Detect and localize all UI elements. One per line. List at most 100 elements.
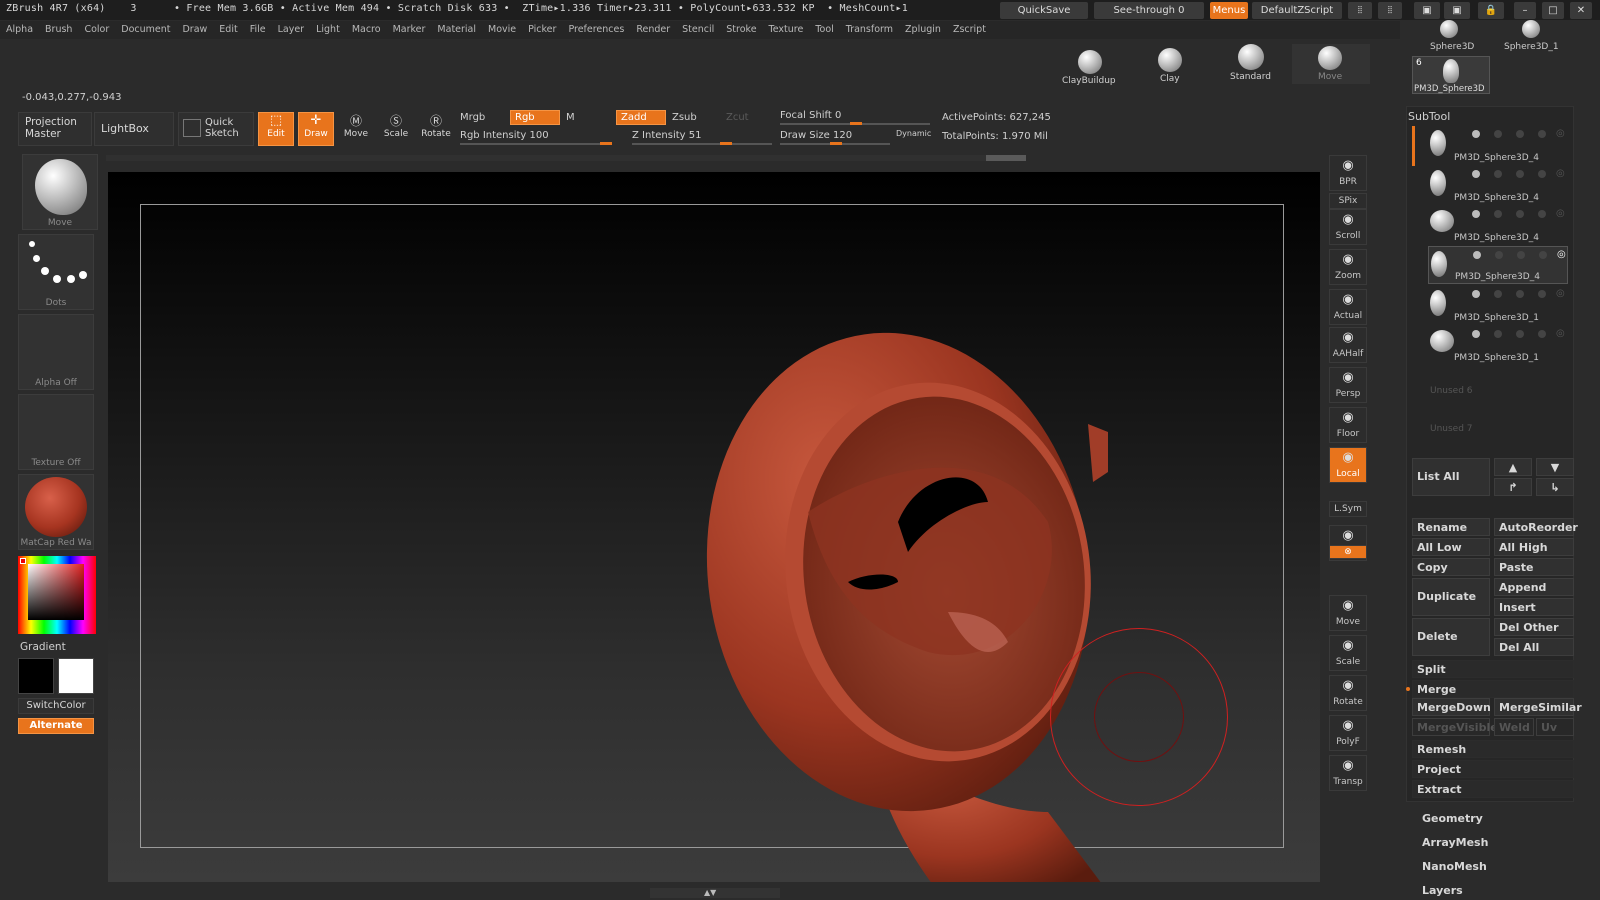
- mergesimilar-button[interactable]: MergeSimilar: [1494, 698, 1582, 716]
- visibility-eye-icon[interactable]: ◎: [1556, 328, 1565, 339]
- subtool-toggle-icon[interactable]: [1538, 130, 1546, 138]
- switch-color-button[interactable]: SwitchColor: [18, 698, 94, 714]
- insert-button[interactable]: Insert: [1494, 598, 1574, 616]
- layout-2-icon[interactable]: ▣: [1444, 2, 1470, 19]
- alpha-slot[interactable]: Alpha Off: [18, 314, 94, 390]
- shelf-floor-button[interactable]: ◉ Floor: [1329, 407, 1367, 443]
- close-icon[interactable]: ✕: [1570, 2, 1592, 19]
- menu-document[interactable]: Document: [115, 21, 176, 39]
- arraymesh-section[interactable]: ArrayMesh: [1422, 836, 1488, 849]
- rotate-mode-button[interactable]: Ⓡ Rotate: [418, 112, 454, 146]
- z-intensity-slider[interactable]: Z Intensity 51: [632, 130, 701, 141]
- menu-edit[interactable]: Edit: [213, 21, 243, 39]
- default-zscript-button[interactable]: DefaultZScript: [1252, 2, 1342, 19]
- subtool-toggle-icon[interactable]: [1539, 251, 1547, 259]
- m-toggle[interactable]: M: [566, 112, 575, 123]
- viewport-canvas[interactable]: [108, 172, 1320, 882]
- subtool-toggle-icon[interactable]: [1516, 330, 1524, 338]
- del-other-button[interactable]: Del Other: [1494, 618, 1574, 636]
- subtool-item[interactable]: ◎ PM3D_Sphere3D_4: [1428, 206, 1568, 244]
- weld-toggle[interactable]: Weld: [1494, 718, 1534, 736]
- menu-zplugin[interactable]: Zplugin: [899, 21, 947, 39]
- stroke-slot[interactable]: Dots: [18, 234, 94, 310]
- shelf-zoom-button[interactable]: ◉ Zoom: [1329, 249, 1367, 285]
- subtool-item[interactable]: ◎ PM3D_Sphere3D_4: [1428, 166, 1568, 204]
- menu-tool[interactable]: Tool: [809, 21, 839, 39]
- lightbox-button[interactable]: LightBox: [94, 112, 174, 146]
- menu-preferences[interactable]: Preferences: [562, 21, 630, 39]
- menu-picker[interactable]: Picker: [522, 21, 562, 39]
- subtool-toggle-icon[interactable]: [1495, 251, 1503, 259]
- draw-size-knob[interactable]: [830, 142, 842, 145]
- gradient-toggle[interactable]: Gradient: [20, 641, 66, 653]
- menu-material[interactable]: Material: [431, 21, 482, 39]
- current-brush-slot[interactable]: Move: [22, 154, 98, 230]
- visibility-eye-icon[interactable]: ◎: [1557, 249, 1566, 260]
- texture-slot[interactable]: Texture Off: [18, 394, 94, 470]
- shelf-move-button[interactable]: ◉ Move: [1329, 595, 1367, 631]
- subtool-item[interactable]: ◎ PM3D_Sphere3D_1: [1428, 286, 1568, 324]
- arrow-return-icon[interactable]: ↳: [1536, 478, 1574, 496]
- list-all-button[interactable]: List All: [1412, 458, 1490, 496]
- toolbar-scrollbar[interactable]: [106, 155, 1026, 161]
- zadd-toggle[interactable]: Zadd: [616, 110, 666, 125]
- z-intensity-track[interactable]: [632, 143, 772, 145]
- zsub-toggle[interactable]: Zsub: [672, 112, 697, 123]
- palette-toggle-2-icon[interactable]: ⦙⦙: [1378, 2, 1402, 19]
- subtool-toggle-icon[interactable]: [1538, 290, 1546, 298]
- subtool-toggle-icon[interactable]: [1494, 330, 1502, 338]
- alternate-button[interactable]: Alternate: [18, 718, 94, 734]
- merge-submenu[interactable]: Merge: [1412, 680, 1574, 698]
- nanomesh-section[interactable]: NanoMesh: [1422, 860, 1487, 873]
- maximize-icon[interactable]: □: [1542, 2, 1564, 19]
- subtool-toggle-icon[interactable]: [1473, 251, 1481, 259]
- rgb-intensity-slider[interactable]: Rgb Intensity 100: [460, 130, 549, 141]
- shelf-polyf-button[interactable]: ◉ PolyF: [1329, 715, 1367, 751]
- menu-draw[interactable]: Draw: [176, 21, 213, 39]
- shelf-actual-button[interactable]: ◉ Actual: [1329, 289, 1367, 325]
- shelf-lsym-button[interactable]: L.Sym: [1329, 501, 1367, 517]
- projection-master-button[interactable]: Projection Master: [18, 112, 92, 146]
- duplicate-button[interactable]: Duplicate: [1412, 578, 1490, 616]
- menu-file[interactable]: File: [244, 21, 272, 39]
- shelf-bpr-button[interactable]: ◉ BPR: [1329, 155, 1367, 191]
- main-color-swatch[interactable]: [58, 658, 94, 694]
- shelf-scale-button[interactable]: ◉ Scale: [1329, 635, 1367, 671]
- menus-button[interactable]: Menus: [1210, 2, 1248, 19]
- shelf-local-button[interactable]: ◉ Local: [1329, 447, 1367, 483]
- menu-transform[interactable]: Transform: [840, 21, 899, 39]
- brush-standard[interactable]: Standard: [1214, 44, 1286, 88]
- subtool-toggle-icon[interactable]: [1472, 330, 1480, 338]
- xyz-symmetry-icon[interactable]: ⊗: [1329, 545, 1367, 559]
- shelf-transp-button[interactable]: ◉ Transp: [1329, 755, 1367, 791]
- menu-movie[interactable]: Movie: [482, 21, 522, 39]
- material-slot[interactable]: MatCap Red Wa: [18, 474, 94, 550]
- tool-thumb-sphere3d-1[interactable]: Sphere3D_1: [1494, 20, 1570, 54]
- subtool-toggle-icon[interactable]: [1472, 170, 1480, 178]
- menu-marker[interactable]: Marker: [387, 21, 432, 39]
- subtool-toggle-icon[interactable]: [1494, 290, 1502, 298]
- subtool-item[interactable]: ◎ PM3D_Sphere3D_4: [1428, 126, 1568, 164]
- arrow-redo-icon[interactable]: ↱: [1494, 478, 1532, 496]
- project-submenu[interactable]: Project: [1412, 760, 1574, 778]
- menu-brush[interactable]: Brush: [39, 21, 78, 39]
- visibility-eye-icon[interactable]: ◎: [1556, 128, 1565, 139]
- subtool-scroll-indicator[interactable]: [1412, 126, 1415, 166]
- subtool-toggle-icon[interactable]: [1516, 290, 1524, 298]
- bottom-tray-handle[interactable]: ▲▼: [650, 888, 780, 898]
- menu-macro[interactable]: Macro: [346, 21, 387, 39]
- geometry-section[interactable]: Geometry: [1422, 812, 1483, 825]
- menu-stencil[interactable]: Stencil: [676, 21, 720, 39]
- rename-button[interactable]: Rename: [1412, 518, 1490, 536]
- append-button[interactable]: Append: [1494, 578, 1574, 596]
- brush-clay[interactable]: Clay: [1134, 44, 1206, 88]
- quick-sketch-button[interactable]: Quick Sketch: [178, 112, 254, 146]
- menu-render[interactable]: Render: [630, 21, 676, 39]
- menu-texture[interactable]: Texture: [763, 21, 810, 39]
- subtool-title[interactable]: SubTool: [1408, 110, 1450, 123]
- color-picker[interactable]: [18, 556, 96, 634]
- menu-color[interactable]: Color: [78, 21, 115, 39]
- subtool-toggle-icon[interactable]: [1538, 210, 1546, 218]
- quicksave-button[interactable]: QuickSave: [1000, 2, 1088, 19]
- subtool-toggle-icon[interactable]: [1538, 330, 1546, 338]
